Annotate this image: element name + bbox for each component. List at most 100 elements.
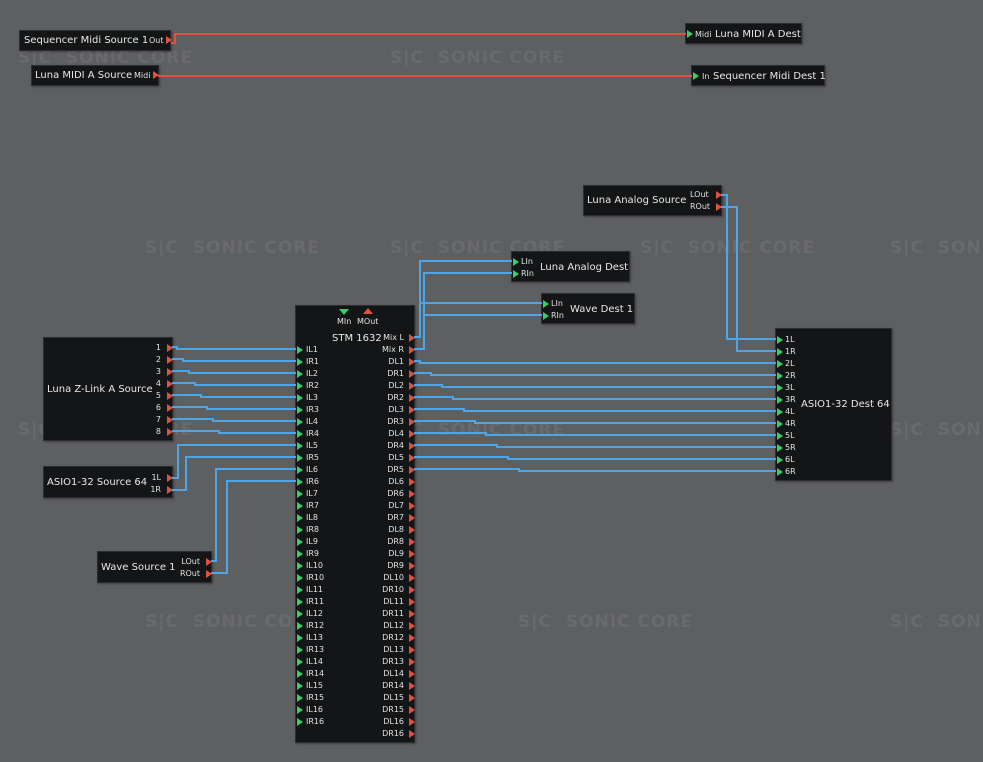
audio-output-port[interactable] bbox=[716, 191, 722, 199]
audio-input-port[interactable] bbox=[777, 408, 783, 416]
audio-output-port[interactable] bbox=[409, 730, 415, 738]
audio-input-port[interactable] bbox=[297, 442, 303, 450]
audio-output-port[interactable] bbox=[409, 562, 415, 570]
audio-input-port[interactable] bbox=[777, 432, 783, 440]
audio-input-port[interactable] bbox=[297, 394, 303, 402]
audio-input-port[interactable] bbox=[297, 382, 303, 390]
audio-output-port[interactable] bbox=[409, 430, 415, 438]
audio-input-port[interactable] bbox=[297, 526, 303, 534]
audio-output-port[interactable] bbox=[409, 574, 415, 582]
audio-output-port[interactable] bbox=[409, 598, 415, 606]
audio-input-port[interactable] bbox=[297, 610, 303, 618]
audio-output-port[interactable] bbox=[409, 586, 415, 594]
audio-output-port[interactable] bbox=[206, 558, 212, 566]
audio-output-port[interactable] bbox=[409, 394, 415, 402]
audio-input-port[interactable] bbox=[297, 718, 303, 726]
audio-input-port[interactable] bbox=[777, 396, 783, 404]
audio-input-port[interactable] bbox=[297, 430, 303, 438]
module-wave-source[interactable]: Wave Source 1 LOut ROut bbox=[97, 551, 212, 583]
audio-input-port[interactable] bbox=[513, 258, 519, 266]
audio-input-port[interactable] bbox=[777, 360, 783, 368]
audio-input-port[interactable] bbox=[297, 406, 303, 414]
audio-output-port[interactable] bbox=[409, 406, 415, 414]
audio-output-port[interactable] bbox=[409, 658, 415, 666]
audio-input-port[interactable] bbox=[297, 634, 303, 642]
audio-output-port[interactable] bbox=[409, 466, 415, 474]
module-wave-dest[interactable]: LIn RIn Wave Dest 1 bbox=[541, 293, 635, 324]
module-luna-analog-dest[interactable]: LIn RIn Luna Analog Dest bbox=[511, 251, 630, 282]
audio-output-port[interactable] bbox=[409, 706, 415, 714]
midi-input-port[interactable] bbox=[687, 30, 693, 38]
midi-output-port[interactable] bbox=[363, 308, 373, 314]
module-luna-midi-a-source[interactable]: Luna MIDI A Source Midi bbox=[31, 65, 159, 86]
audio-output-port[interactable] bbox=[409, 538, 415, 546]
audio-input-port[interactable] bbox=[777, 420, 783, 428]
audio-input-port[interactable] bbox=[297, 550, 303, 558]
audio-output-port[interactable] bbox=[409, 550, 415, 558]
audio-output-port[interactable] bbox=[409, 682, 415, 690]
module-luna-analog-source[interactable]: Luna Analog Source LOut ROut bbox=[583, 185, 722, 216]
audio-input-port[interactable] bbox=[297, 514, 303, 522]
audio-input-port[interactable] bbox=[777, 372, 783, 380]
audio-output-port[interactable] bbox=[409, 454, 415, 462]
module-sequencer-midi-source[interactable]: Sequencer Midi Source 1 Out bbox=[19, 30, 172, 51]
audio-input-port[interactable] bbox=[297, 706, 303, 714]
midi-input-port[interactable] bbox=[339, 309, 349, 315]
audio-output-port[interactable] bbox=[409, 442, 415, 450]
audio-input-port[interactable] bbox=[777, 384, 783, 392]
audio-input-port[interactable] bbox=[777, 456, 783, 464]
audio-output-port[interactable] bbox=[409, 514, 415, 522]
module-sequencer-midi-dest[interactable]: In Sequencer Midi Dest 1 bbox=[691, 65, 826, 86]
audio-input-port[interactable] bbox=[297, 682, 303, 690]
audio-input-port[interactable] bbox=[297, 370, 303, 378]
audio-input-port[interactable] bbox=[297, 346, 303, 354]
audio-output-port[interactable] bbox=[409, 610, 415, 618]
audio-output-port[interactable] bbox=[409, 526, 415, 534]
routing-canvas[interactable]: S|C SONIC CORE S|C SONIC CORE S|C SONIC … bbox=[0, 0, 983, 762]
audio-output-port[interactable] bbox=[167, 380, 173, 388]
module-stm-1632[interactable]: MIn MOut STM 1632 IL1 IR1 IL2 IR2 IL3 IR3 IL4 I… bbox=[295, 305, 415, 743]
module-luna-zlink-a-source[interactable]: Luna Z-Link A Source 1 2 3 4 5 6 7 8 bbox=[43, 337, 173, 441]
audio-output-port[interactable] bbox=[409, 694, 415, 702]
midi-input-port[interactable] bbox=[693, 72, 699, 80]
audio-input-port[interactable] bbox=[297, 658, 303, 666]
audio-input-port[interactable] bbox=[513, 270, 519, 278]
audio-input-port[interactable] bbox=[297, 694, 303, 702]
audio-input-port[interactable] bbox=[777, 468, 783, 476]
audio-input-port[interactable] bbox=[297, 418, 303, 426]
audio-input-port[interactable] bbox=[297, 586, 303, 594]
audio-input-port[interactable] bbox=[297, 358, 303, 366]
audio-output-port[interactable] bbox=[409, 622, 415, 630]
audio-input-port[interactable] bbox=[543, 300, 549, 308]
audio-output-port[interactable] bbox=[167, 486, 173, 494]
module-asio-dest[interactable]: ASIO1-32 Dest 64 1L 1R 2L 2R 3L 3R 4L 4R 5L 5R 6L 6… bbox=[775, 328, 892, 481]
audio-input-port[interactable] bbox=[297, 646, 303, 654]
audio-output-port[interactable] bbox=[167, 392, 173, 400]
audio-output-port[interactable] bbox=[167, 474, 173, 482]
audio-input-port[interactable] bbox=[777, 444, 783, 452]
audio-input-port[interactable] bbox=[297, 598, 303, 606]
audio-output-port[interactable] bbox=[409, 634, 415, 642]
audio-input-port[interactable] bbox=[543, 312, 549, 320]
audio-output-port[interactable] bbox=[409, 670, 415, 678]
audio-input-port[interactable] bbox=[297, 454, 303, 462]
audio-input-port[interactable] bbox=[297, 502, 303, 510]
audio-output-port[interactable] bbox=[409, 382, 415, 390]
audio-input-port[interactable] bbox=[297, 574, 303, 582]
audio-input-port[interactable] bbox=[297, 478, 303, 486]
module-luna-midi-a-dest[interactable]: Midi Luna MIDI A Dest bbox=[685, 23, 802, 44]
audio-input-port[interactable] bbox=[777, 348, 783, 356]
audio-output-port[interactable] bbox=[167, 404, 173, 412]
audio-output-port[interactable] bbox=[167, 356, 173, 364]
audio-output-port[interactable] bbox=[409, 418, 415, 426]
audio-output-port[interactable] bbox=[167, 428, 173, 436]
audio-output-port[interactable] bbox=[167, 416, 173, 424]
midi-output-port[interactable] bbox=[153, 71, 159, 79]
audio-input-port[interactable] bbox=[297, 562, 303, 570]
audio-output-port[interactable] bbox=[167, 344, 173, 352]
audio-output-port[interactable] bbox=[167, 368, 173, 376]
audio-input-port[interactable] bbox=[297, 466, 303, 474]
audio-input-port[interactable] bbox=[297, 538, 303, 546]
module-asio-source[interactable]: ASIO1-32 Source 64 1L 1R bbox=[43, 466, 173, 498]
midi-output-port[interactable] bbox=[166, 36, 172, 44]
